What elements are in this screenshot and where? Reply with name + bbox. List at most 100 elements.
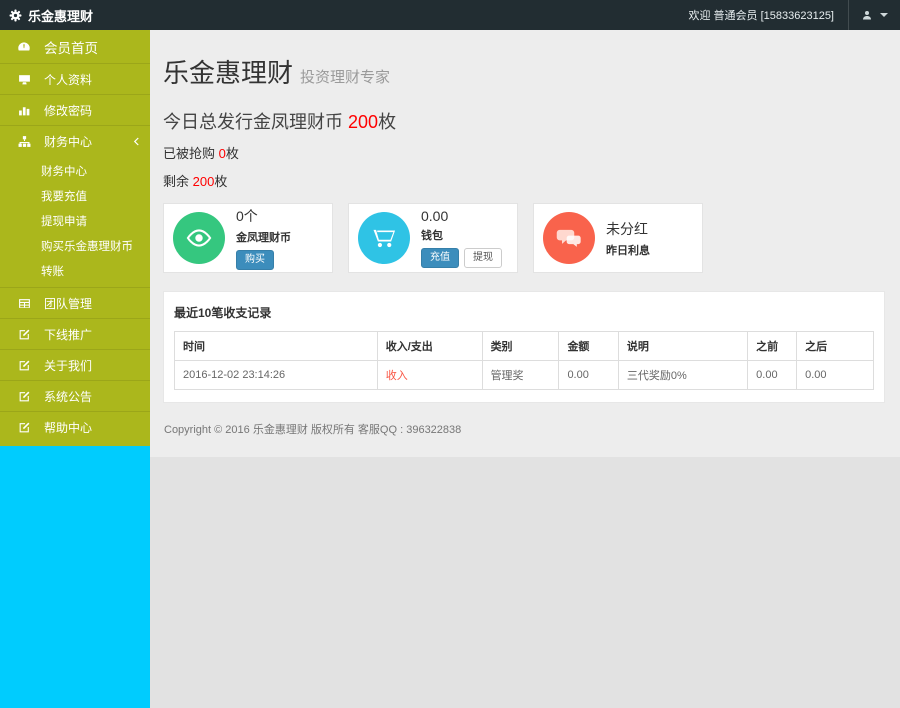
col-header-before: 之前 xyxy=(747,331,798,361)
cell-before: 0.00 xyxy=(747,360,798,390)
sidebar-menu: 会员首页 个人资料 修改密码 财务中心 财务中心 我要充值 提现申请 购买乐金惠… xyxy=(0,30,150,446)
page-title: 乐金惠理财 投资理财专家 xyxy=(163,53,885,90)
submenu-item-label: 我要充值 xyxy=(41,190,87,203)
comments-icon xyxy=(543,212,595,264)
submenu-item-finance-center[interactable]: 财务中心 xyxy=(0,158,150,183)
stat-value: 0 xyxy=(218,146,226,161)
user-icon xyxy=(861,9,873,21)
card-label: 昨日利息 xyxy=(606,244,650,257)
stat-unit: 枚 xyxy=(225,146,239,161)
sidebar-item-downline-promotion[interactable]: 下线推广 xyxy=(0,318,150,349)
sidebar-item-label: 团队管理 xyxy=(44,296,93,311)
stat-value: 200 xyxy=(348,112,379,132)
col-header-after: 之后 xyxy=(796,331,874,361)
page-subtitle: 投资理财专家 xyxy=(300,69,391,86)
sidebar-item-about-us[interactable]: 关于我们 xyxy=(0,349,150,380)
card-value: 0个 xyxy=(236,208,258,224)
stat-remaining: 剩余 200枚 xyxy=(163,171,885,190)
cell-time: 2016-12-02 23:14:26 xyxy=(174,360,378,390)
sidebar-item-label: 个人资料 xyxy=(44,72,93,87)
sidebar-item-label: 财务中心 xyxy=(44,134,93,149)
records-table: 时间 收入/支出 类别 金额 说明 之前 之后 2016-12-02 23:14… xyxy=(174,331,874,390)
summary-cards: 0个 金凤理财币 购买 0.00 钱包 充值 提现 未分红 昨日利息 xyxy=(163,203,885,273)
col-header-time: 时间 xyxy=(174,331,378,361)
stat-total-issued: 今日总发行金凤理财币 200枚 xyxy=(163,108,885,134)
submenu-item-label: 购买乐金惠理财币 xyxy=(41,240,133,253)
col-header-category: 类别 xyxy=(481,331,560,361)
card-interest: 未分红 昨日利息 xyxy=(533,203,703,273)
desktop-icon xyxy=(17,73,31,86)
sidebar-item-label: 系统公告 xyxy=(44,389,93,404)
sidebar-item-team-management[interactable]: 团队管理 xyxy=(0,287,150,318)
sidebar-item-finance-center[interactable]: 财务中心 xyxy=(0,125,150,156)
sidebar-item-label: 会员首页 xyxy=(44,40,98,56)
stat-label: 今日总发行金凤理财币 xyxy=(163,112,343,132)
submenu-item-buy-coin[interactable]: 购买乐金惠理财币 xyxy=(0,233,150,258)
sidebar-item-label: 关于我们 xyxy=(44,358,93,373)
sidebar-item-system-announcements[interactable]: 系统公告 xyxy=(0,380,150,411)
recharge-button[interactable]: 充值 xyxy=(421,248,459,268)
top-navbar: 乐金惠理财 欢迎 普通会员 [15833623125] xyxy=(0,0,900,30)
card-value: 0.00 xyxy=(421,208,449,224)
sidebar-item-member-home[interactable]: 会员首页 xyxy=(0,30,150,63)
buy-button[interactable]: 购买 xyxy=(236,250,274,270)
card-coin-balance: 0个 金凤理财币 购买 xyxy=(163,203,333,273)
withdraw-button[interactable]: 提现 xyxy=(464,248,502,268)
records-panel: 最近10笔收支记录 时间 收入/支出 类别 金额 说明 之前 之后 2016-1… xyxy=(163,291,885,403)
brand-title: 乐金惠理财 xyxy=(28,8,94,24)
eye-icon xyxy=(173,212,225,264)
sidebar-item-label: 帮助中心 xyxy=(44,420,93,435)
edit-icon xyxy=(17,390,31,403)
card-wallet: 0.00 钱包 充值 提现 xyxy=(348,203,518,273)
card-label: 钱包 xyxy=(421,230,443,242)
records-panel-title: 最近10笔收支记录 xyxy=(174,306,272,320)
card-value: 未分红 xyxy=(606,220,648,237)
edit-icon xyxy=(17,421,31,434)
sidebar-item-profile[interactable]: 个人资料 xyxy=(0,63,150,94)
submenu-item-transfer[interactable]: 转账 xyxy=(0,258,150,283)
cell-after: 0.00 xyxy=(796,360,874,390)
sidebar-item-label: 修改密码 xyxy=(44,103,93,118)
col-header-in-out: 收入/支出 xyxy=(376,331,483,361)
submenu-item-recharge[interactable]: 我要充值 xyxy=(0,183,150,208)
sidebar-item-help-center[interactable]: 帮助中心 xyxy=(0,411,150,442)
table-row: 2016-12-02 23:14:26 收入 管理奖 0.00 三代奖励0% 0… xyxy=(174,360,874,390)
card-label: 金凤理财币 xyxy=(236,232,291,244)
bar-chart-icon xyxy=(17,104,31,117)
submenu-item-label: 提现申请 xyxy=(41,215,87,228)
stat-unit: 枚 xyxy=(214,174,228,189)
cell-in-out: 收入 xyxy=(376,360,483,390)
col-header-description: 说明 xyxy=(617,331,749,361)
app-logo[interactable]: 乐金惠理财 xyxy=(0,0,150,30)
cell-category: 管理奖 xyxy=(481,360,560,390)
caret-down-icon xyxy=(880,13,888,17)
stat-value: 200 xyxy=(192,174,215,189)
table-icon xyxy=(17,297,31,310)
cell-description: 三代奖励0% xyxy=(617,360,749,390)
finance-submenu: 财务中心 我要充值 提现申请 购买乐金惠理财币 转账 xyxy=(0,156,150,287)
sitemap-icon xyxy=(17,135,31,148)
sidebar-item-label: 下线推广 xyxy=(44,327,93,342)
submenu-item-label: 财务中心 xyxy=(41,165,87,178)
stat-unit: 枚 xyxy=(378,112,397,132)
cart-icon xyxy=(358,212,410,264)
copyright-footer: Copyright © 2016 乐金惠理财 版权所有 客服QQ : 39632… xyxy=(164,424,462,436)
content-area: 乐金惠理财 投资理财专家 今日总发行金凤理财币 200枚 已被抢购 0枚 剩余 2… xyxy=(150,30,900,708)
chevron-left-icon xyxy=(133,137,140,146)
stat-sold: 已被抢购 0枚 xyxy=(163,143,885,162)
edit-icon xyxy=(17,359,31,372)
edit-icon xyxy=(17,328,31,341)
page-title-text: 乐金惠理财 xyxy=(163,58,294,88)
cell-amount: 0.00 xyxy=(558,360,619,390)
submenu-item-label: 转账 xyxy=(41,265,64,278)
sidebar: 会员首页 个人资料 修改密码 财务中心 财务中心 我要充值 提现申请 购买乐金惠… xyxy=(0,30,150,708)
dashboard-icon xyxy=(17,40,31,54)
submenu-item-withdraw-apply[interactable]: 提现申请 xyxy=(0,208,150,233)
stat-label: 剩余 xyxy=(163,174,190,189)
gear-icon xyxy=(9,9,22,22)
stat-label: 已被抢购 xyxy=(163,146,216,161)
sidebar-item-change-password[interactable]: 修改密码 xyxy=(0,94,150,125)
col-header-amount: 金额 xyxy=(558,331,619,361)
welcome-text: 欢迎 普通会员 [15833623125] xyxy=(688,10,834,22)
user-menu[interactable] xyxy=(848,0,900,30)
